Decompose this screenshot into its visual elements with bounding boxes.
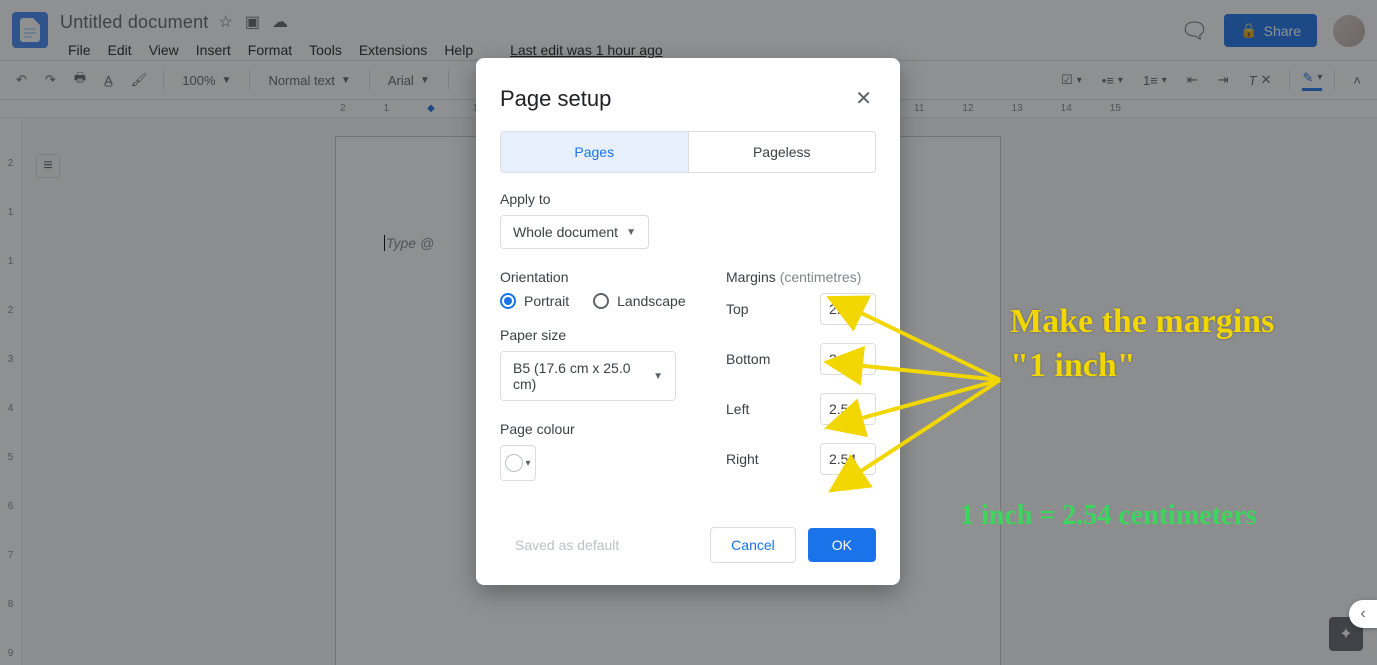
margin-bottom-input[interactable] <box>820 343 876 375</box>
paper-size-label: Paper size <box>500 327 690 343</box>
tab-pageless[interactable]: Pageless <box>688 132 876 172</box>
margins-label: Margins (centimetres) <box>726 269 876 285</box>
page-colour-label: Page colour <box>500 421 690 437</box>
orientation-portrait-radio[interactable]: Portrait <box>500 293 569 309</box>
side-panel-toggle-icon[interactable]: ‹ <box>1349 600 1377 628</box>
orientation-label: Orientation <box>500 269 690 285</box>
page-setup-dialog: Page setup ✕ Pages Pageless Apply to Who… <box>476 58 900 585</box>
ok-button[interactable]: OK <box>808 528 876 562</box>
page-colour-select[interactable]: ▾ <box>500 445 536 481</box>
margin-right-label: Right <box>726 451 759 467</box>
chevron-down-icon: ▼ <box>626 227 636 238</box>
margin-right-input[interactable] <box>820 443 876 475</box>
dialog-title: Page setup <box>500 86 611 112</box>
paper-size-select[interactable]: B5 (17.6 cm x 25.0 cm)▼ <box>500 351 676 401</box>
orientation-landscape-radio[interactable]: Landscape <box>593 293 686 309</box>
chevron-down-icon: ▾ <box>525 458 530 469</box>
apply-to-label: Apply to <box>500 191 876 207</box>
set-default-button[interactable]: Saved as default <box>500 527 634 563</box>
margin-left-label: Left <box>726 401 749 417</box>
margin-bottom-label: Bottom <box>726 351 770 367</box>
apply-to-select[interactable]: Whole document▼ <box>500 215 649 249</box>
close-icon[interactable]: ✕ <box>851 82 876 115</box>
margin-top-label: Top <box>726 301 749 317</box>
tab-pages[interactable]: Pages <box>501 132 688 172</box>
margin-top-input[interactable] <box>820 293 876 325</box>
margin-left-input[interactable] <box>820 393 876 425</box>
cancel-button[interactable]: Cancel <box>710 527 796 563</box>
format-tabs: Pages Pageless <box>500 131 876 173</box>
chevron-down-icon: ▼ <box>653 371 663 382</box>
